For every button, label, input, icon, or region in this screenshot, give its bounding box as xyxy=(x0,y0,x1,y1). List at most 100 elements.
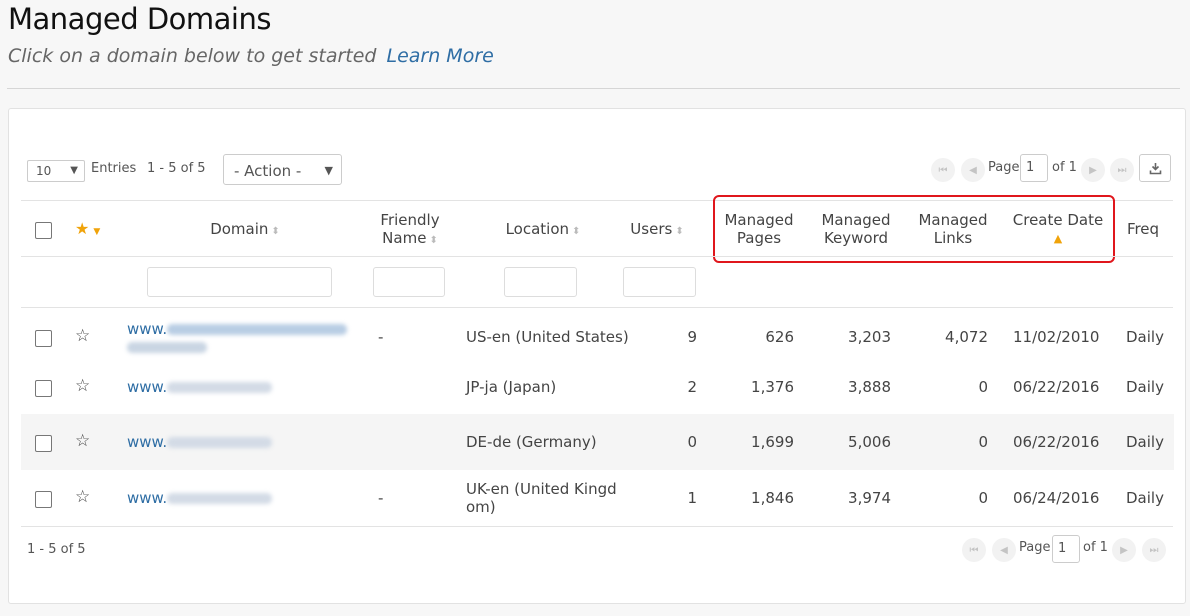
redacted-domain xyxy=(167,324,348,335)
column-users-label: Users xyxy=(630,220,673,238)
location-line-1: UK-en (United Kingd xyxy=(466,480,617,498)
column-friendly-name[interactable]: Friendly Name ⬍ xyxy=(369,211,451,250)
users-cell: 2 xyxy=(687,378,697,396)
domain-link[interactable]: www. xyxy=(127,378,167,396)
friendly-name-cell: - xyxy=(378,328,384,346)
table-row[interactable]: ☆ www. DE-de (Germany) 0 1,699 5,006 0 0… xyxy=(21,414,1174,470)
domains-panel: 10 ▼ Entries 1 - 5 of 5 - Action - ▼ ⏮ ◀… xyxy=(8,108,1186,604)
domain-cell[interactable]: www. xyxy=(127,320,357,356)
domain-cell[interactable]: www. xyxy=(127,489,273,507)
column-users[interactable]: Users ⬍ xyxy=(621,220,693,241)
domain-filter-input[interactable] xyxy=(147,267,332,297)
table-row[interactable]: ☆ www. - UK-en (United Kingd om) 1 1,846… xyxy=(21,470,1174,526)
star-outline-icon[interactable]: ☆ xyxy=(75,326,90,346)
sort-icon: ⬍ xyxy=(675,226,684,237)
users-cell: 0 xyxy=(687,433,697,451)
redacted-domain xyxy=(167,382,273,393)
redacted-domain xyxy=(167,493,273,504)
domain-cell[interactable]: www. xyxy=(127,433,273,451)
action-select[interactable]: - Action - ▼ xyxy=(223,154,342,185)
row-checkbox[interactable] xyxy=(35,491,52,508)
pager-of-label: of 1 xyxy=(1052,160,1077,175)
managed-keyword-cell: 5,006 xyxy=(848,433,891,451)
column-freq[interactable]: Freq xyxy=(1121,220,1165,238)
row-checkbox[interactable] xyxy=(35,435,52,452)
footer-page-label: Page xyxy=(1019,540,1051,555)
entries-select[interactable]: 10 ▼ xyxy=(27,160,85,182)
redacted-domain xyxy=(167,437,273,448)
learn-more-link[interactable]: Learn More xyxy=(387,45,494,67)
location-cell: DE-de (Germany) xyxy=(466,433,597,451)
domain-link[interactable]: www. xyxy=(127,433,167,451)
caret-down-icon: ▼ xyxy=(70,165,78,176)
footer-page-number-input[interactable]: 1 xyxy=(1052,535,1080,563)
header-divider xyxy=(7,88,1180,89)
domain-link[interactable]: www. xyxy=(127,489,167,507)
download-button[interactable] xyxy=(1139,154,1171,182)
location-cell: JP-ja (Japan) xyxy=(466,378,557,396)
column-domain[interactable]: Domain ⬍ xyxy=(195,220,295,241)
table-row[interactable]: ☆ www. JP-ja (Japan) 2 1,376 3,888 0 06/… xyxy=(21,364,1174,414)
page-title: Managed Domains xyxy=(8,2,271,36)
sort-icon: ⬍ xyxy=(572,226,581,237)
managed-pages-cell: 1,699 xyxy=(751,433,794,451)
star-outline-icon[interactable]: ☆ xyxy=(75,376,90,396)
star-outline-icon[interactable]: ☆ xyxy=(75,431,90,451)
entries-value: 10 xyxy=(36,164,52,178)
column-location[interactable]: Location ⬍ xyxy=(493,220,593,241)
freq-cell: Daily xyxy=(1126,489,1164,507)
users-filter-input[interactable] xyxy=(623,267,696,297)
users-cell: 1 xyxy=(687,489,697,507)
entries-label: Entries xyxy=(91,161,137,176)
last-page-icon[interactable]: ⏭ xyxy=(1142,538,1166,562)
domain-link[interactable]: www. xyxy=(127,320,167,338)
page-subtitle: Click on a domain below to get started Le… xyxy=(8,45,494,67)
highlight-annotation xyxy=(713,195,1115,263)
next-page-icon[interactable]: ▶ xyxy=(1081,158,1105,182)
caret-down-icon: ▼ xyxy=(324,164,333,177)
footer-of-label: of 1 xyxy=(1083,540,1108,555)
managed-links-cell: 0 xyxy=(978,378,988,396)
freq-cell: Daily xyxy=(1126,378,1164,396)
prev-page-icon[interactable]: ◀ xyxy=(992,538,1016,562)
managed-links-cell: 0 xyxy=(978,489,988,507)
select-all-checkbox[interactable] xyxy=(35,222,52,239)
pager-page-label: Page xyxy=(988,160,1020,175)
freq-cell: Daily xyxy=(1126,328,1164,346)
favorite-filter-star-icon[interactable]: ★ ▼ xyxy=(75,219,100,238)
column-friendly-label-2: Name xyxy=(382,229,427,247)
subtitle-text: Click on a domain below to get started xyxy=(8,45,377,67)
row-checkbox[interactable] xyxy=(35,380,52,397)
table-bottom-border xyxy=(21,526,1173,527)
column-freq-label: Freq xyxy=(1126,220,1160,238)
domain-cell[interactable]: www. xyxy=(127,378,273,396)
last-page-icon[interactable]: ⏭ xyxy=(1110,158,1134,182)
create-date-cell: 06/24/2016 xyxy=(1013,489,1100,507)
managed-pages-cell: 626 xyxy=(765,328,794,346)
managed-links-cell: 4,072 xyxy=(945,328,988,346)
next-page-icon[interactable]: ▶ xyxy=(1112,538,1136,562)
row-checkbox[interactable] xyxy=(35,330,52,347)
create-date-cell: 06/22/2016 xyxy=(1013,378,1100,396)
managed-pages-cell: 1,846 xyxy=(751,489,794,507)
star-outline-icon[interactable]: ☆ xyxy=(75,487,90,507)
page-number-input[interactable]: 1 xyxy=(1020,154,1048,182)
managed-keyword-cell: 3,888 xyxy=(848,378,891,396)
location-filter-input[interactable] xyxy=(504,267,577,297)
managed-pages-cell: 1,376 xyxy=(751,378,794,396)
location-line-2: om) xyxy=(466,498,496,516)
friendly-name-filter-input[interactable] xyxy=(373,267,445,297)
sort-icon: ⬍ xyxy=(429,235,438,246)
first-page-icon[interactable]: ⏮ xyxy=(931,158,955,182)
table-row[interactable]: ☆ www. - US-en (United States) 9 626 3,2… xyxy=(21,308,1174,364)
first-page-icon[interactable]: ⏮ xyxy=(962,538,986,562)
friendly-name-cell: - xyxy=(378,489,384,507)
location-cell: UK-en (United Kingd om) xyxy=(466,480,617,516)
column-friendly-label-1: Friendly xyxy=(380,211,440,229)
create-date-cell: 06/22/2016 xyxy=(1013,433,1100,451)
location-cell: US-en (United States) xyxy=(466,328,629,346)
download-icon xyxy=(1149,162,1161,174)
managed-links-cell: 0 xyxy=(978,433,988,451)
column-location-label: Location xyxy=(505,220,570,238)
prev-page-icon[interactable]: ◀ xyxy=(961,158,985,182)
